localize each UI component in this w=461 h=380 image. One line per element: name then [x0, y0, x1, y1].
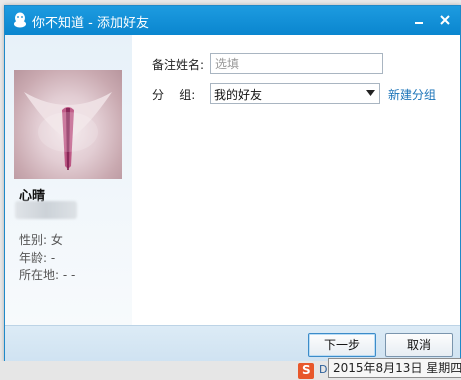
cancel-button[interactable]: 取消	[385, 333, 453, 357]
blurred-account-number	[15, 201, 77, 219]
age-info: 年龄: -	[19, 251, 56, 265]
add-friend-dialog: 你不知道 - 添加好友 心晴 性别: 女 年龄: - 所在地: - - 备注姓名…	[4, 5, 461, 363]
gender-info: 性别: 女	[19, 233, 63, 247]
sogou-letter: S	[302, 363, 311, 377]
group-select[interactable]: 我的好友	[210, 83, 380, 104]
location-info: 所在地: - -	[19, 268, 76, 282]
sogou-input-icon[interactable]: S	[298, 363, 314, 379]
minimize-icon[interactable]	[411, 12, 427, 28]
new-group-link[interactable]: 新建分组	[388, 86, 436, 103]
qq-penguin-icon	[14, 12, 26, 28]
window-title: 你不知道 - 添加好友	[32, 16, 149, 31]
group-label: 分 组:	[152, 88, 196, 102]
group-select-value: 我的好友	[214, 88, 263, 102]
avatar	[14, 70, 122, 179]
date-tooltip: 2015年8月13日 星期四	[328, 358, 461, 378]
chevron-down-icon	[366, 90, 375, 96]
avatar-image	[24, 92, 112, 170]
remark-name-input[interactable]	[210, 53, 383, 74]
next-button[interactable]: 下一步	[308, 333, 376, 357]
title-bar[interactable]: 你不知道 - 添加好友	[5, 6, 460, 35]
close-icon[interactable]	[437, 12, 453, 28]
profile-panel: 心晴 性别: 女 年龄: - 所在地: - -	[5, 35, 132, 325]
remark-label: 备注姓名:	[152, 58, 205, 72]
